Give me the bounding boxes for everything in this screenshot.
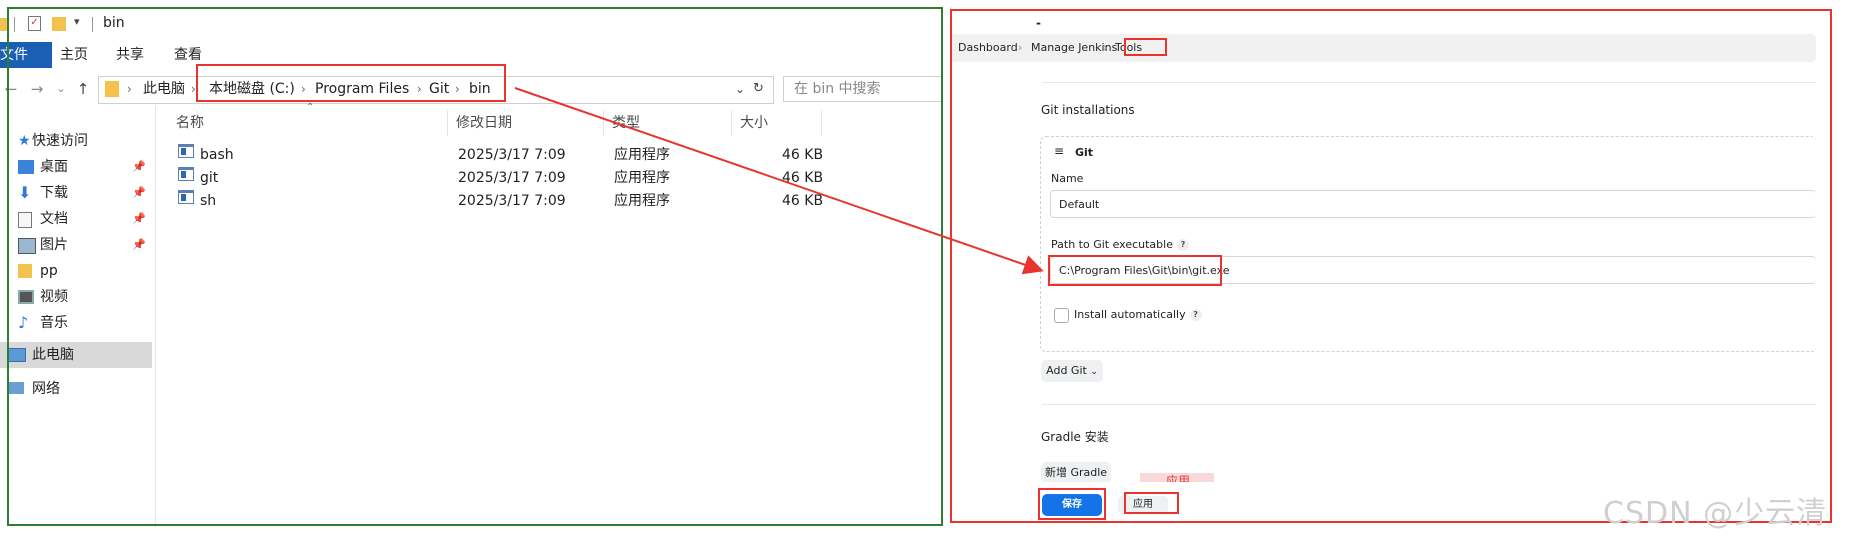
- watermark: CSDN @少云清: [1603, 496, 1828, 531]
- annotation-arrow: [514, 87, 1044, 275]
- arrow-line: [514, 87, 1044, 275]
